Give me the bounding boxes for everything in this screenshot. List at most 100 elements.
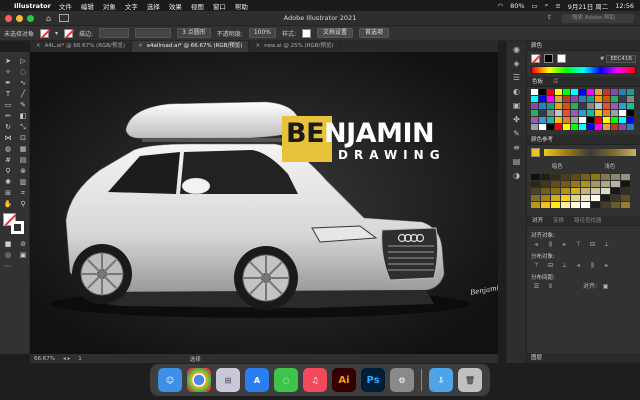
guide-chip[interactable]: [541, 195, 550, 201]
app-store-icon[interactable]: A: [245, 368, 269, 392]
properties-panel-icon[interactable]: ◉: [511, 45, 523, 55]
layers-panel-header[interactable]: 图层: [527, 353, 640, 363]
paintbrush-tool-icon[interactable]: ✎: [17, 100, 29, 110]
launchpad-icon[interactable]: ⊞: [216, 368, 240, 392]
menu-object[interactable]: 对象: [103, 1, 116, 11]
swatch-chip[interactable]: [627, 89, 634, 95]
gradient-tool-icon[interactable]: ▤: [17, 155, 29, 165]
guide-chip[interactable]: [621, 174, 630, 180]
guide-chip[interactable]: [531, 181, 540, 187]
color-black-swatch[interactable]: [544, 54, 553, 63]
guide-chip[interactable]: [571, 195, 580, 201]
swatch-chip[interactable]: [539, 89, 546, 95]
align-hcenter-icon[interactable]: ⫼: [545, 241, 556, 249]
swatch-chip[interactable]: [547, 89, 554, 95]
menu-view[interactable]: 视图: [191, 1, 204, 11]
variable-width-dropdown[interactable]: [135, 28, 172, 38]
distribute-vspace-icon[interactable]: ☰: [531, 283, 542, 291]
help-search-input[interactable]: 搜索 Adobe 帮助: [562, 14, 634, 23]
perspective-grid-tool-icon[interactable]: ▦: [17, 144, 29, 154]
swatch-chip[interactable]: [627, 110, 634, 116]
swatch-chip[interactable]: [531, 96, 538, 102]
swatch-chip[interactable]: [587, 89, 594, 95]
swatch-chip[interactable]: [611, 103, 618, 109]
zoom-tool-icon[interactable]: ⚲: [17, 199, 29, 209]
width-tool-icon[interactable]: ⋈: [2, 133, 14, 143]
swatch-chip[interactable]: [595, 96, 602, 102]
swatches-tab[interactable]: 色板: [531, 77, 544, 86]
guide-chip[interactable]: [601, 188, 610, 194]
stroke-panel-icon[interactable]: ≡: [511, 143, 523, 153]
color-guide-base-swatch[interactable]: [531, 148, 540, 157]
menu-time[interactable]: 12:56: [615, 2, 634, 10]
swatch-chip[interactable]: [531, 103, 538, 109]
rotate-tool-icon[interactable]: ↻: [2, 122, 14, 132]
swatch-chip[interactable]: [603, 110, 610, 116]
graphic-styles-panel-icon[interactable]: ▣: [511, 101, 523, 111]
color-guide-harmony-bar[interactable]: [544, 149, 636, 156]
type-tool-icon[interactable]: T: [2, 89, 14, 99]
battery-icon[interactable]: ▭: [532, 2, 538, 10]
guide-chip[interactable]: [611, 188, 620, 194]
swatch-chip[interactable]: [579, 96, 586, 102]
hand-tool-icon[interactable]: ✋: [2, 199, 14, 209]
close-tab-icon[interactable]: ✕: [36, 43, 41, 49]
swatch-chip[interactable]: [531, 110, 538, 116]
guide-chip[interactable]: [541, 188, 550, 194]
spotlight-icon[interactable]: ⌕: [545, 1, 549, 10]
workspace-icon[interactable]: [59, 14, 70, 22]
color-mode-icon[interactable]: ■: [2, 239, 14, 249]
guide-chip[interactable]: [581, 202, 590, 208]
hex-input[interactable]: EEC41B: [606, 54, 636, 63]
curvature-tool-icon[interactable]: ∿: [17, 78, 29, 88]
distribute-vcenter-icon[interactable]: ⊟: [545, 262, 556, 270]
swatch-chip[interactable]: [547, 110, 554, 116]
artboard-navigation[interactable]: ◂ ▸: [63, 356, 70, 362]
lasso-tool-icon[interactable]: ◌: [17, 67, 29, 77]
zoom-level[interactable]: 66.67%: [34, 356, 55, 362]
trash-icon[interactable]: 🗑: [458, 368, 482, 392]
swatch-chip[interactable]: [555, 96, 562, 102]
distribute-left-icon[interactable]: ⫷: [573, 262, 584, 270]
style-swatch[interactable]: [302, 28, 312, 38]
guide-chip[interactable]: [541, 181, 550, 187]
swatch-chip[interactable]: [547, 96, 554, 102]
illustrator-icon[interactable]: Ai: [332, 368, 356, 392]
guide-chip[interactable]: [541, 202, 550, 208]
swatch-chip[interactable]: [563, 89, 570, 95]
align-top-icon[interactable]: ⊤: [573, 241, 584, 249]
swatch-chip[interactable]: [603, 117, 610, 123]
swatch-chip[interactable]: [595, 110, 602, 116]
finder-icon[interactable]: ☺: [158, 368, 182, 392]
tab-pathfinder[interactable]: 路径查找器: [573, 216, 603, 225]
guide-chip[interactable]: [531, 188, 540, 194]
wechat-icon[interactable]: ◌: [274, 368, 298, 392]
guide-chip[interactable]: [601, 181, 610, 187]
magic-wand-tool-icon[interactable]: ✧: [2, 67, 14, 77]
guide-chip[interactable]: [551, 202, 560, 208]
swatch-chip[interactable]: [571, 96, 578, 102]
guide-chip[interactable]: [591, 181, 600, 187]
guide-chip[interactable]: [591, 195, 600, 201]
swatches-panel-header[interactable]: 色板库: [527, 77, 640, 87]
color-spectrum[interactable]: [531, 66, 636, 74]
swatch-chip[interactable]: [547, 124, 554, 130]
chrome-icon[interactable]: [187, 368, 211, 392]
guide-chip[interactable]: [541, 174, 550, 180]
share-icon[interactable]: ⇪: [547, 14, 552, 21]
guide-chip[interactable]: [531, 195, 540, 201]
swatch-chip[interactable]: [619, 103, 626, 109]
menu-edit[interactable]: 编辑: [81, 1, 94, 11]
stroke-color-box[interactable]: [11, 221, 24, 234]
pencil-tool-icon[interactable]: ✏: [2, 111, 14, 121]
swatch-chip[interactable]: [539, 124, 546, 130]
home-icon[interactable]: ⌂: [46, 14, 51, 23]
swatch-chip[interactable]: [539, 103, 546, 109]
gradient-panel-icon[interactable]: ▤: [511, 157, 523, 167]
swatch-chip[interactable]: [555, 110, 562, 116]
swatch-chip[interactable]: [627, 103, 634, 109]
stroke-weight-field[interactable]: [99, 28, 130, 38]
swatch-grid[interactable]: [527, 87, 640, 132]
close-tab-icon[interactable]: ✕: [255, 43, 260, 49]
menu-window[interactable]: 窗口: [213, 1, 226, 11]
